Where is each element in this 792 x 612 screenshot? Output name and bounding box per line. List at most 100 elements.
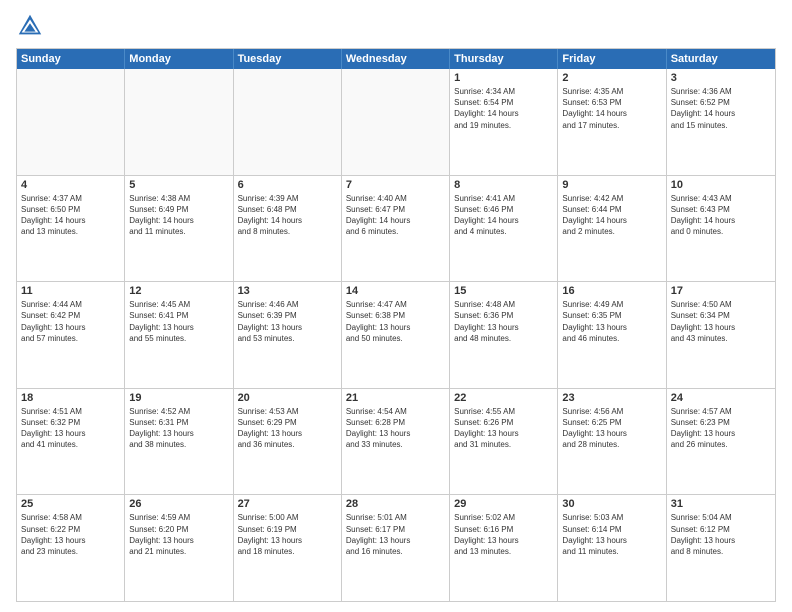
cell-info: Sunrise: 4:36 AM Sunset: 6:52 PM Dayligh… xyxy=(671,86,771,131)
cal-cell-11: 11 Sunrise: 4:44 AM Sunset: 6:42 PM Dayli… xyxy=(17,282,125,388)
day-number: 7 xyxy=(346,179,445,191)
cell-info: Sunrise: 4:37 AM Sunset: 6:50 PM Dayligh… xyxy=(21,193,120,238)
cell-info: Sunrise: 5:03 AM Sunset: 6:14 PM Dayligh… xyxy=(562,512,661,557)
cal-header-monday: Monday xyxy=(125,49,233,69)
page: SundayMondayTuesdayWednesdayThursdayFrid… xyxy=(0,0,792,612)
cal-cell-empty-1 xyxy=(125,69,233,175)
logo-icon xyxy=(16,12,44,40)
cal-cell-empty-0 xyxy=(17,69,125,175)
cal-cell-18: 18 Sunrise: 4:51 AM Sunset: 6:32 PM Dayli… xyxy=(17,389,125,495)
calendar-body: 1Sunrise: 4:34 AM Sunset: 6:54 PM Daylig… xyxy=(17,69,775,601)
day-number: 26 xyxy=(129,498,228,510)
cal-header-sunday: Sunday xyxy=(17,49,125,69)
cal-cell-26: 26 Sunrise: 4:59 AM Sunset: 6:20 PM Dayli… xyxy=(125,495,233,601)
cell-info: Sunrise: 4:38 AM Sunset: 6:49 PM Dayligh… xyxy=(129,193,228,238)
cell-info: Sunrise: 4:45 AM Sunset: 6:41 PM Dayligh… xyxy=(129,299,228,344)
cell-info: Sunrise: 4:35 AM Sunset: 6:53 PM Dayligh… xyxy=(562,86,661,131)
day-number: 12 xyxy=(129,285,228,297)
cal-cell-13: 13Sunrise: 4:46 AM Sunset: 6:39 PM Dayli… xyxy=(234,282,342,388)
day-number: 14 xyxy=(346,285,445,297)
cal-cell-24: 24 Sunrise: 4:57 AM Sunset: 6:23 PM Dayli… xyxy=(667,389,775,495)
cell-info: Sunrise: 4:54 AM Sunset: 6:28 PM Dayligh… xyxy=(346,406,445,451)
cell-info: Sunrise: 4:43 AM Sunset: 6:43 PM Dayligh… xyxy=(671,193,771,238)
cal-week-2: 4 Sunrise: 4:37 AM Sunset: 6:50 PM Daylig… xyxy=(17,176,775,283)
day-number: 31 xyxy=(671,498,771,510)
day-number: 4 xyxy=(21,179,120,191)
cell-info: Sunrise: 4:58 AM Sunset: 6:22 PM Dayligh… xyxy=(21,512,120,557)
day-number: 16 xyxy=(562,285,661,297)
header xyxy=(16,12,776,40)
cal-cell-empty-3 xyxy=(342,69,450,175)
day-number: 22 xyxy=(454,392,553,404)
cal-cell-4: 4 Sunrise: 4:37 AM Sunset: 6:50 PM Daylig… xyxy=(17,176,125,282)
cal-cell-30: 30 Sunrise: 5:03 AM Sunset: 6:14 PM Dayli… xyxy=(558,495,666,601)
calendar: SundayMondayTuesdayWednesdayThursdayFrid… xyxy=(16,48,776,602)
day-number: 3 xyxy=(671,72,771,84)
cal-cell-6: 6 Sunrise: 4:39 AM Sunset: 6:48 PM Daylig… xyxy=(234,176,342,282)
cal-cell-2: 2 Sunrise: 4:35 AM Sunset: 6:53 PM Daylig… xyxy=(558,69,666,175)
day-number: 30 xyxy=(562,498,661,510)
day-number: 25 xyxy=(21,498,120,510)
cal-cell-12: 12 Sunrise: 4:45 AM Sunset: 6:41 PM Dayli… xyxy=(125,282,233,388)
cell-info: Sunrise: 4:44 AM Sunset: 6:42 PM Dayligh… xyxy=(21,299,120,344)
day-number: 6 xyxy=(238,179,337,191)
day-number: 5 xyxy=(129,179,228,191)
day-number: 15 xyxy=(454,285,553,297)
cal-cell-31: 31 Sunrise: 5:04 AM Sunset: 6:12 PM Dayli… xyxy=(667,495,775,601)
day-number: 2 xyxy=(562,72,661,84)
day-number: 18 xyxy=(21,392,120,404)
day-number: 24 xyxy=(671,392,771,404)
day-number: 11 xyxy=(21,285,120,297)
day-number: 10 xyxy=(671,179,771,191)
cal-cell-25: 25 Sunrise: 4:58 AM Sunset: 6:22 PM Dayli… xyxy=(17,495,125,601)
cal-cell-9: 9 Sunrise: 4:42 AM Sunset: 6:44 PM Daylig… xyxy=(558,176,666,282)
cell-info: Sunrise: 4:57 AM Sunset: 6:23 PM Dayligh… xyxy=(671,406,771,451)
cell-info: Sunrise: 4:59 AM Sunset: 6:20 PM Dayligh… xyxy=(129,512,228,557)
cal-cell-27: 27Sunrise: 5:00 AM Sunset: 6:19 PM Dayli… xyxy=(234,495,342,601)
cal-header-friday: Friday xyxy=(558,49,666,69)
cal-cell-3: 3 Sunrise: 4:36 AM Sunset: 6:52 PM Daylig… xyxy=(667,69,775,175)
cal-header-saturday: Saturday xyxy=(667,49,775,69)
day-number: 27 xyxy=(238,498,337,510)
cell-info: Sunrise: 5:04 AM Sunset: 6:12 PM Dayligh… xyxy=(671,512,771,557)
cal-cell-16: 16Sunrise: 4:49 AM Sunset: 6:35 PM Dayli… xyxy=(558,282,666,388)
day-number: 13 xyxy=(238,285,337,297)
cal-cell-21: 21Sunrise: 4:54 AM Sunset: 6:28 PM Dayli… xyxy=(342,389,450,495)
cell-info: Sunrise: 4:41 AM Sunset: 6:46 PM Dayligh… xyxy=(454,193,553,238)
day-number: 28 xyxy=(346,498,445,510)
cal-week-1: 1Sunrise: 4:34 AM Sunset: 6:54 PM Daylig… xyxy=(17,69,775,176)
cal-cell-28: 28 Sunrise: 5:01 AM Sunset: 6:17 PM Dayli… xyxy=(342,495,450,601)
day-number: 29 xyxy=(454,498,553,510)
cal-cell-22: 22 Sunrise: 4:55 AM Sunset: 6:26 PM Dayli… xyxy=(450,389,558,495)
cell-info: Sunrise: 4:40 AM Sunset: 6:47 PM Dayligh… xyxy=(346,193,445,238)
day-number: 8 xyxy=(454,179,553,191)
cell-info: Sunrise: 4:55 AM Sunset: 6:26 PM Dayligh… xyxy=(454,406,553,451)
cal-header-thursday: Thursday xyxy=(450,49,558,69)
cal-header-tuesday: Tuesday xyxy=(234,49,342,69)
cell-info: Sunrise: 4:47 AM Sunset: 6:38 PM Dayligh… xyxy=(346,299,445,344)
cal-cell-29: 29 Sunrise: 5:02 AM Sunset: 6:16 PM Dayli… xyxy=(450,495,558,601)
cell-info: Sunrise: 5:01 AM Sunset: 6:17 PM Dayligh… xyxy=(346,512,445,557)
cal-cell-10: 10 Sunrise: 4:43 AM Sunset: 6:43 PM Dayli… xyxy=(667,176,775,282)
cell-info: Sunrise: 4:39 AM Sunset: 6:48 PM Dayligh… xyxy=(238,193,337,238)
cell-info: Sunrise: 4:50 AM Sunset: 6:34 PM Dayligh… xyxy=(671,299,771,344)
cell-info: Sunrise: 5:02 AM Sunset: 6:16 PM Dayligh… xyxy=(454,512,553,557)
cal-header-wednesday: Wednesday xyxy=(342,49,450,69)
cal-cell-17: 17Sunrise: 4:50 AM Sunset: 6:34 PM Dayli… xyxy=(667,282,775,388)
cal-cell-20: 20 Sunrise: 4:53 AM Sunset: 6:29 PM Dayli… xyxy=(234,389,342,495)
logo xyxy=(16,12,48,40)
cal-cell-8: 8 Sunrise: 4:41 AM Sunset: 6:46 PM Daylig… xyxy=(450,176,558,282)
day-number: 19 xyxy=(129,392,228,404)
cell-info: Sunrise: 4:42 AM Sunset: 6:44 PM Dayligh… xyxy=(562,193,661,238)
day-number: 20 xyxy=(238,392,337,404)
day-number: 9 xyxy=(562,179,661,191)
cal-cell-1: 1Sunrise: 4:34 AM Sunset: 6:54 PM Daylig… xyxy=(450,69,558,175)
cal-cell-19: 19Sunrise: 4:52 AM Sunset: 6:31 PM Dayli… xyxy=(125,389,233,495)
day-number: 23 xyxy=(562,392,661,404)
cell-info: Sunrise: 4:51 AM Sunset: 6:32 PM Dayligh… xyxy=(21,406,120,451)
cell-info: Sunrise: 4:53 AM Sunset: 6:29 PM Dayligh… xyxy=(238,406,337,451)
cal-week-4: 18 Sunrise: 4:51 AM Sunset: 6:32 PM Dayli… xyxy=(17,389,775,496)
cal-cell-23: 23 Sunrise: 4:56 AM Sunset: 6:25 PM Dayli… xyxy=(558,389,666,495)
cal-cell-7: 7 Sunrise: 4:40 AM Sunset: 6:47 PM Daylig… xyxy=(342,176,450,282)
cell-info: Sunrise: 4:56 AM Sunset: 6:25 PM Dayligh… xyxy=(562,406,661,451)
